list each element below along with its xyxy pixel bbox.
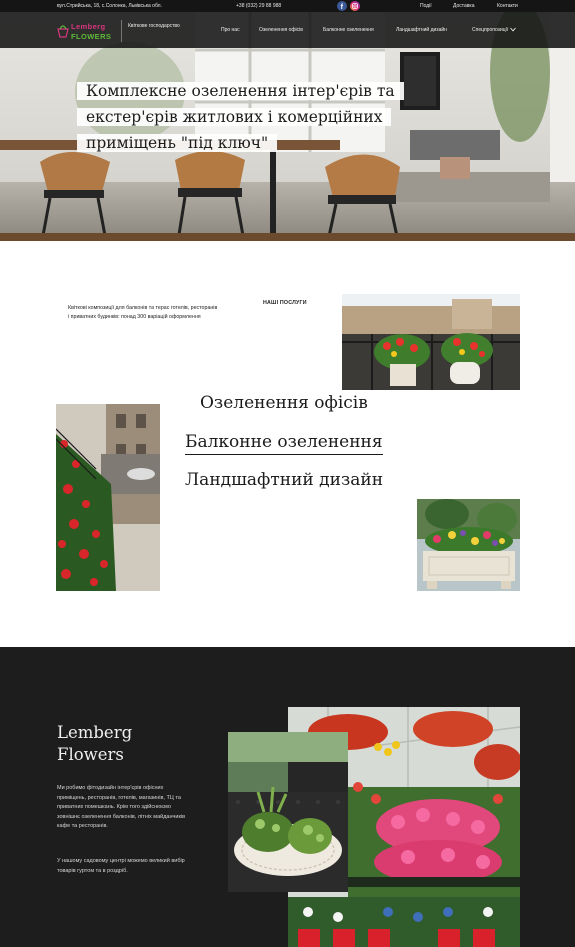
nav-special-offers[interactable]: Спецпропозиції <box>472 27 516 33</box>
balcony-flowers-photo <box>342 294 520 390</box>
about-title-line1: Lemberg <box>57 723 133 742</box>
service-link-landscape[interactable]: Ландшафтний дизайн <box>185 470 383 490</box>
nav-about[interactable]: Про нас <box>221 27 240 33</box>
address-text: вул.Стрийська, 18, с.Солонка, Львівська … <box>57 3 162 9</box>
svg-text:f: f <box>341 4 344 11</box>
chevron-down-icon <box>510 27 516 32</box>
phone-link[interactable]: +38 (032) 29 88 988 <box>236 3 281 9</box>
hero-title: Комплексне озеленення інтер'єрів та екст… <box>77 78 407 156</box>
about-title-line2: Flowers <box>57 745 124 764</box>
logo-tagline: Квіткове господарство <box>128 23 180 29</box>
street-balcony-photo <box>56 404 160 591</box>
top-link-events[interactable]: Події <box>420 3 432 9</box>
about-paragraph-1: Ми робимо фітодизайн інтер'єрів офісних … <box>57 785 186 830</box>
service-link-balconies[interactable]: Балконне озеленення <box>185 432 383 455</box>
flower-planter-photo <box>417 499 520 591</box>
nav-landscape-design[interactable]: Ландшафтний дизайн <box>396 27 447 33</box>
hero-title-line: приміщень "під ключ" <box>77 134 278 152</box>
page: вул.Стрийська, 18, с.Солонка, Львівська … <box>0 0 575 947</box>
logo-divider <box>121 20 122 42</box>
about-title: Lemberg Flowers <box>57 722 207 766</box>
nav-balcony-greening[interactable]: Балконне озеленення <box>323 27 374 33</box>
logo[interactable]: Lemberg FLOWERS <box>57 20 117 42</box>
top-bar: вул.Стрийська, 18, с.Солонка, Львівська … <box>0 0 575 12</box>
succulent-bowl-photo <box>228 732 348 892</box>
about-paragraph-2: У нашому садовому центрі можемо великий … <box>57 858 185 874</box>
top-link-delivery[interactable]: Доставка <box>453 3 474 9</box>
hero-title-line: Комплексне озеленення інтер'єрів та <box>77 82 404 100</box>
flower-pot-icon <box>57 25 69 38</box>
service-link-offices[interactable]: Озеленення офісів <box>200 393 368 413</box>
top-link-contacts[interactable]: Контакти <box>497 3 518 9</box>
logo-word-flowers: FLOWERS <box>71 32 112 41</box>
facebook-icon[interactable]: f <box>337 1 347 11</box>
instagram-icon[interactable] <box>350 1 360 11</box>
hero-title-line: екстер'єрів житлових і комерційних <box>77 108 392 126</box>
nav-office-greening[interactable]: Озеленення офісів <box>259 27 303 33</box>
logo-word-lemberg: Lemberg <box>71 22 106 31</box>
nav-special-offers-label: Спецпропозиції <box>472 27 509 33</box>
services-label: НАШІ ПОСЛУГИ <box>263 300 307 306</box>
services-intro: Квіткові композиції для балконів та тера… <box>68 305 218 320</box>
main-nav: Lemberg FLOWERS Квіткове господарство Пр… <box>0 12 575 48</box>
